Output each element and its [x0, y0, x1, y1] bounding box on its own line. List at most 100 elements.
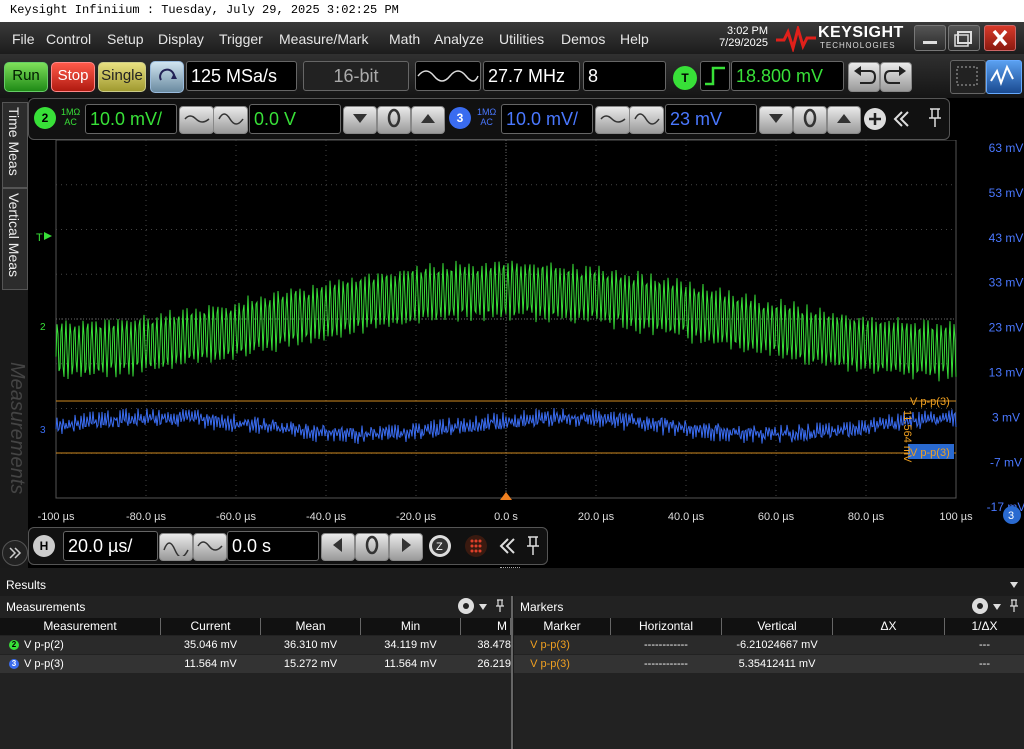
- y-tick-label: 33 mV: [989, 276, 1024, 290]
- pin-channels-button[interactable]: [926, 106, 944, 130]
- stop-button[interactable]: Stop: [51, 62, 95, 92]
- keysight-logo-icon: [776, 26, 816, 52]
- menu-setup[interactable]: Setup: [107, 31, 144, 47]
- collapse-horizontal-button[interactable]: [496, 535, 518, 557]
- channel2-offset-field[interactable]: 0.0 V: [249, 104, 341, 134]
- menu-demos[interactable]: Demos: [561, 31, 605, 47]
- marker-col-horizontal[interactable]: Horizontal: [611, 618, 722, 635]
- waveform-display[interactable]: 63 mV 53 mV 43 mV 33 mV 23 mV 13 mV 3 mV -7 mV -…: [28, 139, 1024, 527]
- channel3-scale-down-button[interactable]: [595, 106, 630, 134]
- channel3-ground-marker[interactable]: 3: [40, 425, 46, 436]
- chevron-down-icon: [353, 114, 367, 123]
- channel2-scale-up-icon: [217, 113, 244, 125]
- channel3-offset-down-button[interactable]: [759, 106, 793, 134]
- menu-measure-mark[interactable]: Measure/Mark: [279, 31, 368, 47]
- marker-col-vertical[interactable]: Vertical: [722, 618, 833, 635]
- undo-button[interactable]: [848, 62, 880, 92]
- meas-row2-min: 11.564 mV: [384, 658, 437, 670]
- brand-name: KEYSIGHT: [818, 24, 904, 41]
- average-count-field[interactable]: 8: [583, 61, 666, 91]
- close-icon: [992, 29, 1008, 47]
- menu-utilities[interactable]: Utilities: [499, 31, 544, 47]
- sample-rate-field[interactable]: 125 MSa/s: [186, 61, 297, 91]
- menu-math[interactable]: Math: [389, 31, 420, 47]
- channel2-badge[interactable]: 2: [34, 107, 56, 129]
- minimize-button[interactable]: [914, 25, 946, 51]
- channel3-offset-up-button[interactable]: [827, 106, 861, 134]
- x-tick-label: -20.0 µs: [396, 511, 436, 523]
- channel2-scale-field[interactable]: 10.0 mV/: [85, 104, 177, 134]
- horizontal-badge[interactable]: H: [33, 535, 55, 557]
- window-title-bar: Keysight Infiniium : Tuesday, July 29, 2…: [0, 0, 1024, 22]
- measurements-settings-icon[interactable]: [456, 596, 476, 616]
- time-position-left-button[interactable]: [321, 533, 355, 561]
- time-scale-field[interactable]: 20.0 µs/: [63, 531, 158, 561]
- results-menu-icon[interactable]: [1008, 580, 1020, 590]
- channel2-scale-down-button[interactable]: [179, 106, 214, 134]
- menu-display[interactable]: Display: [158, 31, 204, 47]
- meas-col-current[interactable]: Current: [161, 618, 261, 635]
- zoom-button[interactable]: [950, 60, 986, 94]
- channel3-scale-up-icon: [633, 113, 660, 125]
- time-scale-up-button[interactable]: [193, 533, 227, 561]
- channel3-scale-up-button[interactable]: [629, 106, 664, 134]
- bit-depth-field[interactable]: 16-bit: [303, 61, 409, 91]
- menu-control[interactable]: Control: [46, 31, 91, 47]
- segment-button[interactable]: [465, 535, 487, 557]
- zoom-box-icon: [956, 66, 978, 86]
- measurements-dropdown-icon[interactable]: [478, 602, 488, 612]
- time-position-right-button[interactable]: [389, 533, 423, 561]
- channel2-offset-down-button[interactable]: [343, 106, 377, 134]
- waveform-plot[interactable]: 63 mV 53 mV 43 mV 33 mV 23 mV 13 mV 3 mV -7 mV -…: [28, 139, 1024, 527]
- markers-settings-icon[interactable]: [970, 596, 990, 616]
- frequency-field[interactable]: 27.7 MHz: [483, 61, 580, 91]
- measurements-tab[interactable]: Measurements: [2, 358, 28, 528]
- menu-trigger[interactable]: Trigger: [219, 31, 263, 47]
- channel3-badge[interactable]: 3: [449, 107, 471, 129]
- markers-dropdown-icon[interactable]: [992, 602, 1002, 612]
- marker-row1-vertical: -6.21024667 mV: [736, 639, 818, 651]
- time-scale-down-button[interactable]: [159, 533, 193, 561]
- waveform-mode-field[interactable]: [415, 61, 481, 91]
- markers-pin-icon[interactable]: [1008, 598, 1020, 614]
- run-button[interactable]: Run: [4, 62, 48, 92]
- channel2-offset-zero-button[interactable]: [377, 106, 411, 134]
- chevron-right-icon: [402, 538, 411, 552]
- channel2-ground-marker[interactable]: 2: [40, 322, 46, 333]
- channel3-offset-zero-button[interactable]: [793, 106, 827, 134]
- meas-col-max[interactable]: M: [461, 618, 511, 635]
- menu-file[interactable]: File: [12, 31, 35, 47]
- time-position-field[interactable]: 0.0 s: [227, 531, 319, 561]
- zoom-mode-button[interactable]: Z: [429, 535, 451, 557]
- auto-scale-button[interactable]: [986, 60, 1022, 94]
- vertical-meas-tab[interactable]: Vertical Meas: [2, 188, 28, 290]
- time-position-zero-button[interactable]: [355, 533, 389, 561]
- marker-col-inv-dx[interactable]: 1/ΔX: [945, 618, 1024, 635]
- meas-col-mean[interactable]: Mean: [261, 618, 361, 635]
- single-button[interactable]: Single: [98, 62, 146, 92]
- add-channel-button[interactable]: [864, 108, 886, 130]
- meas-col-measurement[interactable]: Measurement: [0, 618, 161, 635]
- channel2-scale-up-button[interactable]: [213, 106, 248, 134]
- chevron-up-icon: [837, 114, 851, 123]
- channel3-scale-field[interactable]: 10.0 mV/: [501, 104, 593, 134]
- marker-col-marker[interactable]: Marker: [514, 618, 611, 635]
- restore-button[interactable]: [948, 25, 980, 51]
- marker-col-dx[interactable]: ΔX: [833, 618, 945, 635]
- trigger-level-marker: T: [36, 232, 43, 244]
- expand-panel-button[interactable]: [2, 540, 28, 566]
- menu-help[interactable]: Help: [620, 31, 649, 47]
- trigger-slope-button[interactable]: [700, 61, 730, 91]
- channel3-offset-field[interactable]: 23 mV: [665, 104, 757, 134]
- default-setup-button[interactable]: [150, 61, 184, 93]
- redo-button[interactable]: [880, 62, 912, 92]
- trigger-level-field[interactable]: 18.800 mV: [731, 61, 844, 91]
- measurements-pin-icon[interactable]: [494, 598, 506, 614]
- collapse-channels-button[interactable]: [890, 108, 912, 130]
- time-meas-tab[interactable]: Time Meas: [2, 102, 28, 188]
- pin-horizontal-button[interactable]: [524, 534, 542, 558]
- menu-analyze[interactable]: Analyze: [434, 31, 484, 47]
- channel2-offset-up-button[interactable]: [411, 106, 445, 134]
- meas-col-min[interactable]: Min: [361, 618, 461, 635]
- close-button[interactable]: [984, 25, 1016, 51]
